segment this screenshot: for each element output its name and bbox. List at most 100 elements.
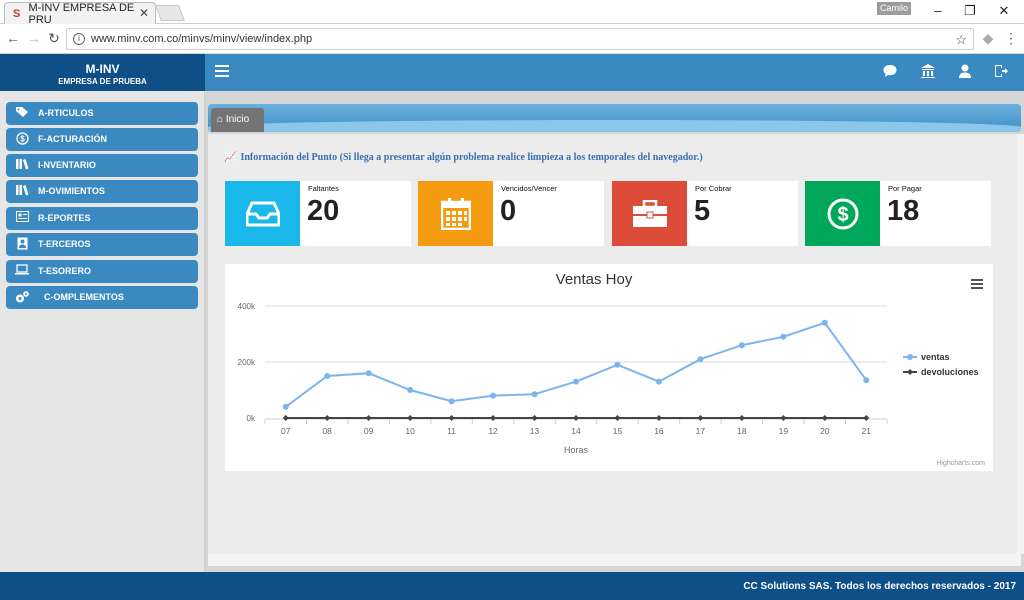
home-button[interactable]: ⌂ Inicio [211,108,264,132]
chart-point-ventas [738,342,745,349]
browser-tab[interactable]: S M-INV EMPRESA DE PRU ✕ [4,1,156,26]
card-label: Vencidos/Vencer [501,184,557,193]
sidebar-item-label: C-OMPLEMENTOS [44,292,124,302]
inbox-icon [225,181,300,246]
window-close-icon[interactable]: ✕ [994,2,1014,20]
chart-x-tick-label: 20 [820,426,830,436]
chart-y-tick-label: 0k [247,414,256,423]
url-text: www.minv.com.co/minvs/minv/view/index.ph… [91,33,313,45]
horizontal-scrollbar[interactable] [208,554,1021,566]
chart-legend-marker [907,369,913,375]
vertical-scrollbar[interactable] [1017,134,1024,554]
card-por-cobrar[interactable]: Por Cobrar 5 [612,181,798,246]
chart-x-axis-title: Horas [564,445,589,455]
chart-menu-icon-bar [971,283,983,285]
logout-icon[interactable] [992,63,1010,81]
bank-icon[interactable] [919,63,937,81]
chart-x-tick-label: 19 [779,426,789,436]
chart-x-tick-label: 10 [405,426,415,436]
dashboard-panel: 📈 Información del Punto (Si llega a prese… [208,134,1021,554]
profile-badge[interactable]: Camilo [877,2,911,15]
briefcase-icon [612,181,687,246]
chart-point-devoluciones [573,415,579,421]
chart-point-ventas [573,378,579,385]
chart-point-devoluciones [531,415,538,421]
tab-title: M-INV EMPRESA DE PRU [28,1,135,26]
brand-header: M-INV EMPRESA DE PRUEBA [0,54,205,91]
chart-point-ventas [614,361,621,368]
menu-toggle-icon[interactable] [215,65,229,77]
user-icon[interactable] [956,63,974,81]
laptop-icon [14,264,30,278]
sidebar-item-articulos[interactable]: A-RTICULOS [6,102,198,125]
sidebar-item-complementos[interactable]: C-OMPLEMENTOS [6,286,198,309]
chart-point-devoluciones [324,415,331,421]
url-field[interactable]: i www.minv.com.co/minvs/minv/view/index.… [66,28,974,50]
chart-menu-icon-bar [971,279,983,281]
card-por-pagar[interactable]: $ Por Pagar 18 [805,181,991,246]
chart-x-tick-label: 08 [322,426,332,436]
sidebar-item-terceros[interactable]: T-ERCEROS [6,233,198,256]
chart-legend-label: ventas [921,352,950,362]
chart-y-tick-label: 400k [238,302,256,311]
new-tab-button[interactable] [155,5,185,21]
back-icon[interactable]: ← [5,30,21,46]
browser-tab-bar: S M-INV EMPRESA DE PRU ✕ Camilo – ❐ ✕ [0,0,1024,26]
browser-menu-icon[interactable]: ⋮ [1003,30,1019,46]
chart-x-tick-label: 14 [571,426,581,436]
sidebar-item-tesorero[interactable]: T-ESORERO [6,260,198,283]
chart-x-tick-label: 18 [737,426,747,436]
calendar-icon [418,181,493,246]
info-icon[interactable]: i [73,33,85,45]
bookmark-star-icon[interactable]: ☆ [955,30,967,50]
chart-point-devoluciones [863,415,870,421]
reload-icon[interactable]: ↻ [46,30,62,46]
sidebar-item-movimientos[interactable]: M-OVIMIENTOS [6,180,198,203]
card-label: Faltantes [308,184,339,193]
gears-icon [14,290,30,304]
sales-chart: Ventas Hoy 0k 200k 400k 07 08 09 10 11 12 13 14 15 16… [225,264,993,471]
chart-point-ventas [697,356,704,363]
sidebar-item-label: R-EPORTES [38,213,91,223]
sidebar-item-label: T-ESORERO [38,266,92,276]
company-name: EMPRESA DE PRUEBA [58,77,147,86]
card-faltantes[interactable]: Faltantes 20 [225,181,411,246]
chart-svg: Ventas Hoy 0k 200k 400k 07 08 09 10 11 12 13 14 15 16… [238,271,986,467]
card-value: 18 [887,195,920,227]
footer-text: CC Solutions SAS. Todos los derechos res… [743,581,1016,592]
chart-point-ventas [863,377,870,384]
contact-icon [14,237,30,251]
card-value: 20 [307,195,340,227]
maximize-icon[interactable]: ❐ [960,2,980,20]
chart-series-line-ventas [285,321,868,408]
chart-point-devoluciones [407,415,414,421]
chart-point-ventas [490,392,497,399]
dollar-circle-icon: $ [805,181,880,246]
sidebar-item-inventario[interactable]: I-NVENTARIO [6,154,198,177]
breadcrumb: ⌂ Inicio [208,104,1021,132]
chart-x-tick-label: 09 [364,426,374,436]
sidebar-item-reportes[interactable]: R-EPORTES [6,207,198,230]
forward-icon[interactable]: → [26,30,42,46]
chat-icon[interactable] [881,63,899,81]
chart-point-ventas [365,370,372,377]
chart-x-tick-label: 13 [530,426,540,436]
chart-point-devoluciones [614,415,621,421]
chart-point-ventas [407,387,414,393]
chart-x-tick-label: 15 [613,426,623,436]
top-navbar [205,54,1024,91]
report-icon [14,211,30,225]
minimize-icon[interactable]: – [928,2,948,20]
sidebar-item-facturacion[interactable]: $ F-ACTURACIÓN [6,128,198,151]
chart-x-tick-label: 16 [654,426,664,436]
chart-point-devoluciones [365,415,372,421]
dollar-icon: $ [14,132,30,146]
tab-close-icon[interactable]: ✕ [139,6,149,20]
extension-icon[interactable]: ◆ [980,30,996,46]
chart-point-devoluciones [490,415,497,421]
sidebar-item-label: M-OVIMIENTOS [38,186,105,196]
card-label: Por Pagar [888,184,922,193]
card-vencidos[interactable]: Vencidos/Vencer 0 [418,181,604,246]
sidebar-item-label: F-ACTURACIÓN [38,134,107,144]
main-content: ⌂ Inicio 📈 Información del Punto (Si lleg… [205,91,1024,572]
